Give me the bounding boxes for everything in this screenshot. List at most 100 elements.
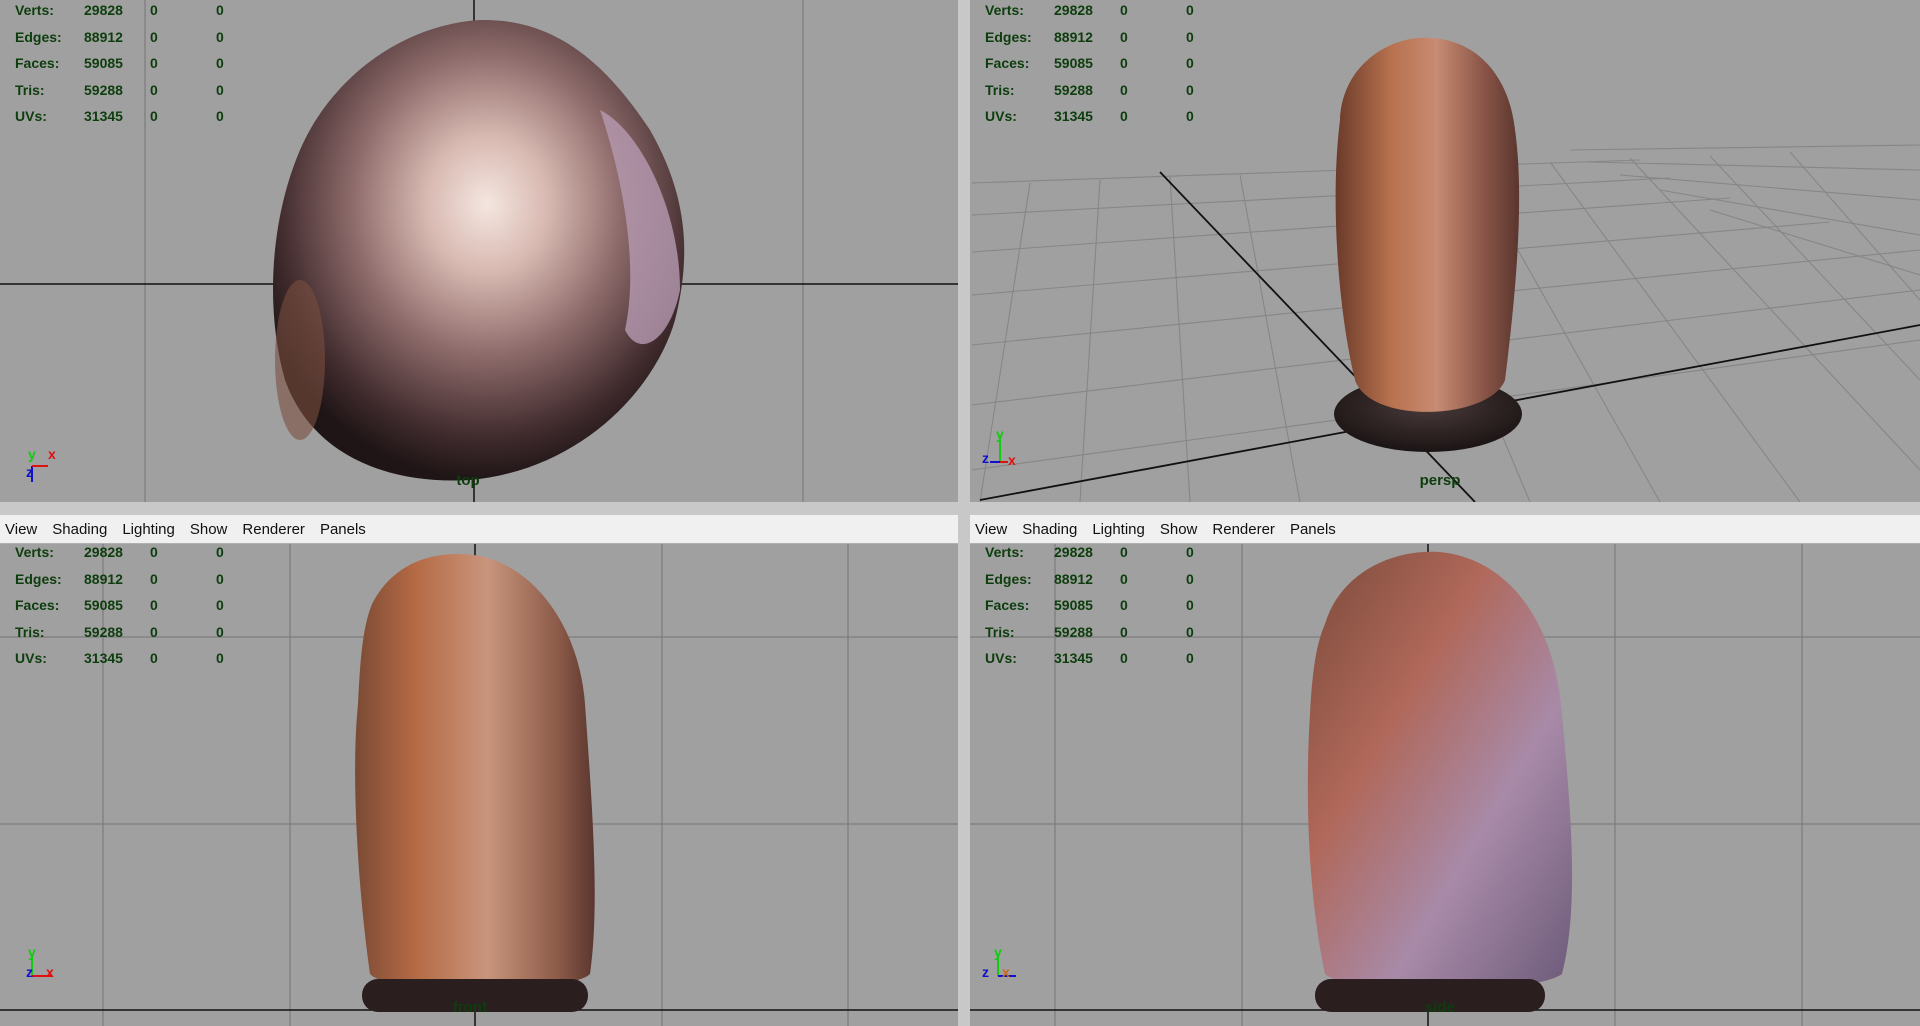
viewport-top[interactable]: Verts: 29828 0 0 Edges: 88912 0 0 Faces: 59085 0… (0, 0, 958, 502)
viewport-side[interactable]: Verts: 29828 0 0 Edges: 88912 0 0 Faces: 59085 0… (970, 544, 1920, 1026)
hud-value: 29828 (84, 2, 123, 18)
menu-shading[interactable]: Shading (1021, 519, 1078, 540)
menu-view[interactable]: View (4, 519, 38, 540)
axis-label-x: x (46, 964, 54, 980)
persp-view-canvas (970, 0, 1920, 502)
hud-label: Tris: (15, 81, 45, 98)
axis-gizmo-icon: y z x (982, 426, 1032, 476)
hud-label: Edges: (15, 28, 62, 45)
menu-lighting[interactable]: Lighting (1091, 519, 1146, 540)
viewport-front[interactable]: Verts: 29828 0 0 Edges: 88912 0 0 Faces: 59085 0… (0, 544, 958, 1026)
camera-label-front: front (452, 999, 488, 1016)
hud-value: 59085 (84, 597, 123, 613)
hud-label: Faces: (15, 597, 60, 613)
panel-menu-bar: View Shading Lighting Show Renderer Pane… (0, 515, 958, 544)
rock-model-front (355, 553, 595, 1012)
axis-gizmo-icon: y z x (982, 944, 1032, 994)
hud-label: Tris: (985, 81, 1015, 98)
menu-lighting[interactable]: Lighting (121, 519, 176, 540)
hud-value: 0 (150, 650, 158, 666)
menu-view[interactable]: View (974, 519, 1008, 540)
viewport-panel-front[interactable]: View Shading Lighting Show Renderer Pane… (0, 515, 958, 1026)
hud-label: Edges: (15, 570, 62, 587)
hud-value: 0 (216, 570, 224, 587)
hud-value: 0 (1186, 55, 1194, 71)
hud-value: 0 (150, 2, 158, 18)
hud-value: 88912 (1054, 570, 1093, 587)
hud-label: UVs: (985, 650, 1017, 666)
hud-label: Tris: (15, 623, 45, 640)
menu-show[interactable]: Show (1159, 519, 1199, 540)
axis-label-y: y (994, 944, 1002, 960)
axis-label-z: z (982, 450, 989, 466)
hud-label: Verts: (985, 2, 1024, 18)
hud-value: 0 (216, 597, 224, 613)
viewport-panel-side[interactable]: View Shading Lighting Show Renderer Pane… (970, 515, 1920, 1026)
hud-value: 59085 (1054, 55, 1093, 71)
front-view-canvas (0, 544, 958, 1026)
hud-value: 59288 (84, 623, 123, 640)
hud-value: 59288 (84, 81, 123, 98)
hud-value: 0 (1186, 570, 1194, 587)
hud-value: 0 (216, 55, 224, 71)
hud-value: 0 (1120, 570, 1128, 587)
hud-value: 0 (1186, 2, 1194, 18)
hud-value: 59085 (1054, 597, 1093, 613)
menu-panels[interactable]: Panels (319, 519, 367, 540)
hud-label: Edges: (985, 28, 1032, 45)
axis-label-z: z (26, 964, 33, 980)
menu-shading[interactable]: Shading (51, 519, 108, 540)
hud-value: 31345 (84, 650, 123, 666)
menu-show[interactable]: Show (189, 519, 229, 540)
menu-panels[interactable]: Panels (1289, 519, 1337, 540)
axis-label-x: x (1002, 964, 1010, 980)
hud-value: 0 (1186, 108, 1194, 124)
hud-value: 0 (1186, 544, 1194, 560)
hud-value: 0 (150, 81, 158, 98)
camera-label-top: top (456, 472, 480, 489)
hud-value: 0 (150, 570, 158, 587)
hud-value: 0 (216, 623, 224, 640)
hud-label: UVs: (15, 650, 47, 666)
hud-value: 88912 (84, 570, 123, 587)
hud-value: 0 (1120, 597, 1128, 613)
hud-value: 0 (1120, 55, 1128, 71)
hud-label: Verts: (985, 544, 1024, 560)
hud-value: 0 (1186, 650, 1194, 666)
hud-value: 0 (216, 650, 224, 666)
viewport-persp[interactable]: Verts: 29828 0 0 Edges: 88912 0 0 Faces: 59085 0… (970, 0, 1920, 502)
axis-label-y: y (996, 426, 1004, 442)
hud-value: 0 (1120, 2, 1128, 18)
hud-value: 0 (150, 28, 158, 45)
hud-label: UVs: (985, 108, 1017, 124)
hud-label: Verts: (15, 2, 54, 18)
hud-value: 0 (1120, 108, 1128, 124)
side-view-canvas (970, 544, 1920, 1026)
hud-value: 0 (1186, 28, 1194, 45)
panel-menu-bar: View Shading Lighting Show Renderer Pane… (970, 515, 1920, 544)
viewport-panel-persp[interactable]: Verts: 29828 0 0 Edges: 88912 0 0 Faces: 59085 0… (970, 0, 1920, 502)
hud-value: 0 (216, 28, 224, 45)
hud-label: UVs: (15, 108, 47, 124)
hud-value: 29828 (84, 544, 123, 560)
hud-value: 31345 (1054, 650, 1093, 666)
hud-value: 59288 (1054, 623, 1093, 640)
hud-label: Faces: (985, 55, 1030, 71)
hud-value: 29828 (1054, 2, 1093, 18)
hud-value: 0 (1186, 623, 1194, 640)
hud-label: Faces: (15, 55, 60, 71)
hud-value: 0 (1186, 597, 1194, 613)
axis-label-y: y (28, 446, 36, 462)
hud-value: 0 (216, 2, 224, 18)
viewport-panel-top[interactable]: Verts: 29828 0 0 Edges: 88912 0 0 Faces: 59085 0… (0, 0, 958, 502)
hud-label: Edges: (985, 570, 1032, 587)
hud-value: 0 (1120, 81, 1128, 98)
menu-renderer[interactable]: Renderer (1211, 519, 1276, 540)
hud-value: 0 (1120, 650, 1128, 666)
hud-value: 29828 (1054, 544, 1093, 560)
menu-renderer[interactable]: Renderer (241, 519, 306, 540)
hud-label: Verts: (15, 544, 54, 560)
axis-label-x: x (48, 446, 56, 462)
axis-label-z: z (982, 964, 989, 980)
axis-label-z: z (26, 464, 33, 480)
